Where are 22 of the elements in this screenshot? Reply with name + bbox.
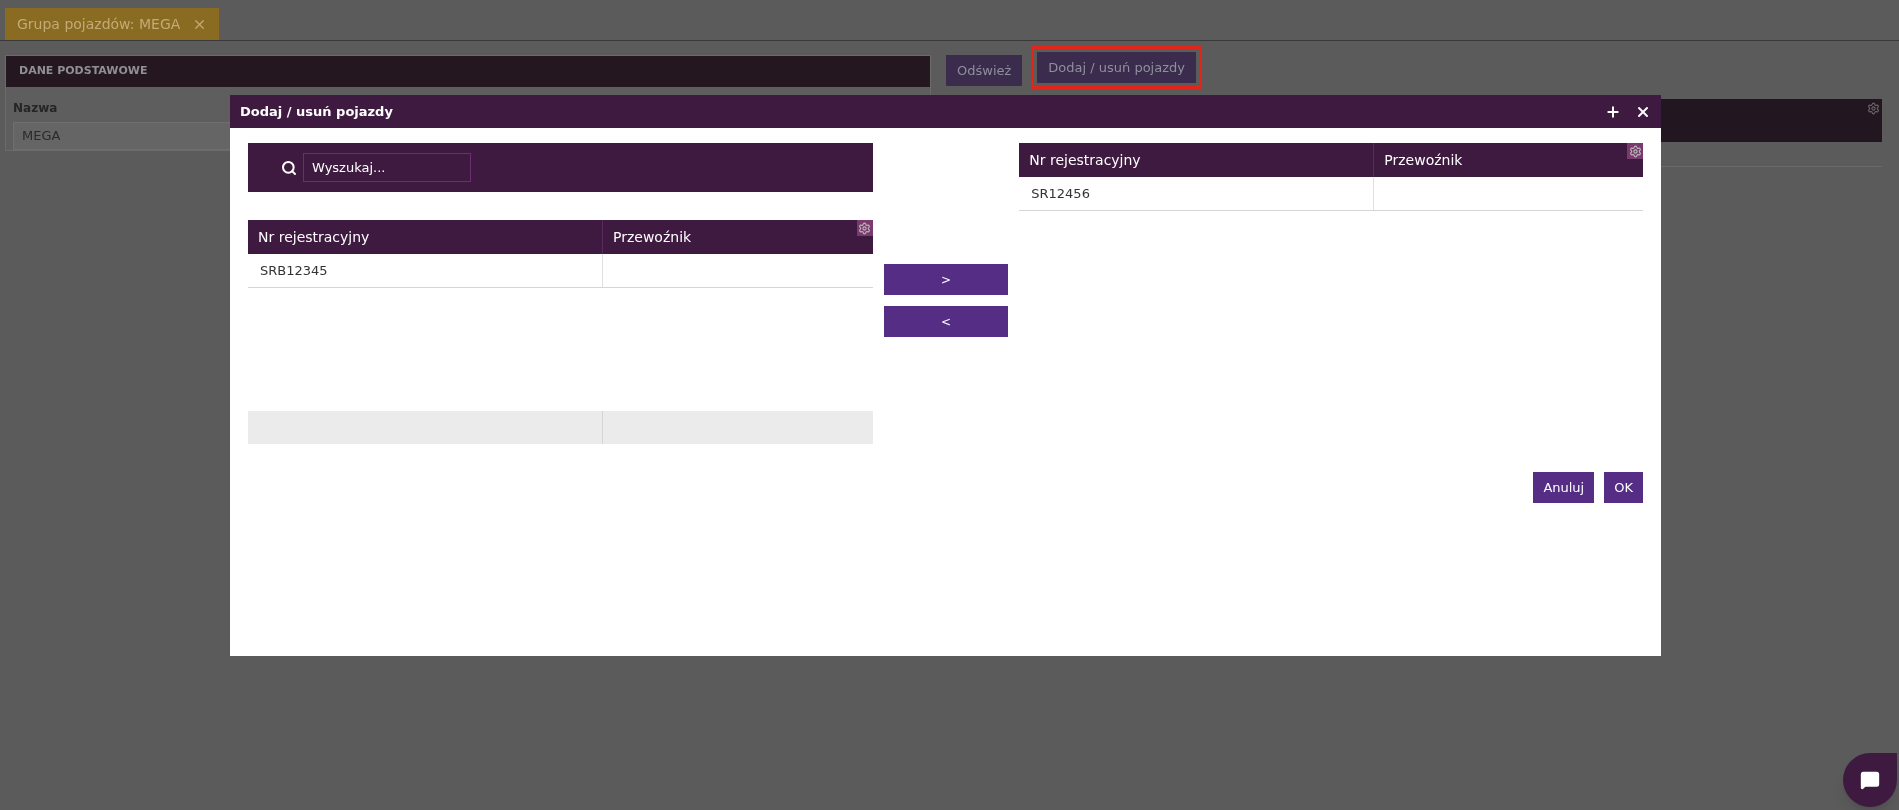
search-icon — [281, 159, 297, 176]
chat-icon — [1860, 770, 1880, 790]
dialog-title: Dodaj / usuń pojazdy — [240, 102, 393, 121]
column-header[interactable]: Nr rejestracyjny — [258, 226, 370, 248]
search-field[interactable]: Wyszukaj... — [303, 153, 471, 182]
chat-button[interactable] — [1843, 753, 1897, 807]
table-cell-text: SR12456 — [1031, 184, 1090, 203]
settings-icon[interactable] — [1627, 143, 1643, 159]
column-header[interactable]: Nr rejestracyjny — [1029, 149, 1141, 171]
transfer-button[interactable]: > — [883, 264, 1009, 295]
toolbar-button[interactable]: Dodaj / usuń pojazdy — [1037, 52, 1196, 83]
column-header[interactable]: Przewoźnik — [1384, 149, 1463, 171]
dialog-button[interactable]: Anuluj — [1533, 472, 1595, 503]
dialog-button[interactable]: OK — [1604, 472, 1643, 503]
transfer-button[interactable]: < — [883, 306, 1009, 337]
settings-icon[interactable] — [1867, 102, 1880, 115]
column-header[interactable]: Przewoźnik — [613, 226, 692, 248]
table-cell-text: SRB12345 — [260, 261, 328, 280]
add-icon[interactable] — [1605, 103, 1621, 120]
field-label: Nazwa — [13, 101, 58, 115]
toolbar-button[interactable]: Odśwież — [946, 55, 1023, 86]
panel-title: DANE PODSTAWOWE — [19, 63, 148, 80]
